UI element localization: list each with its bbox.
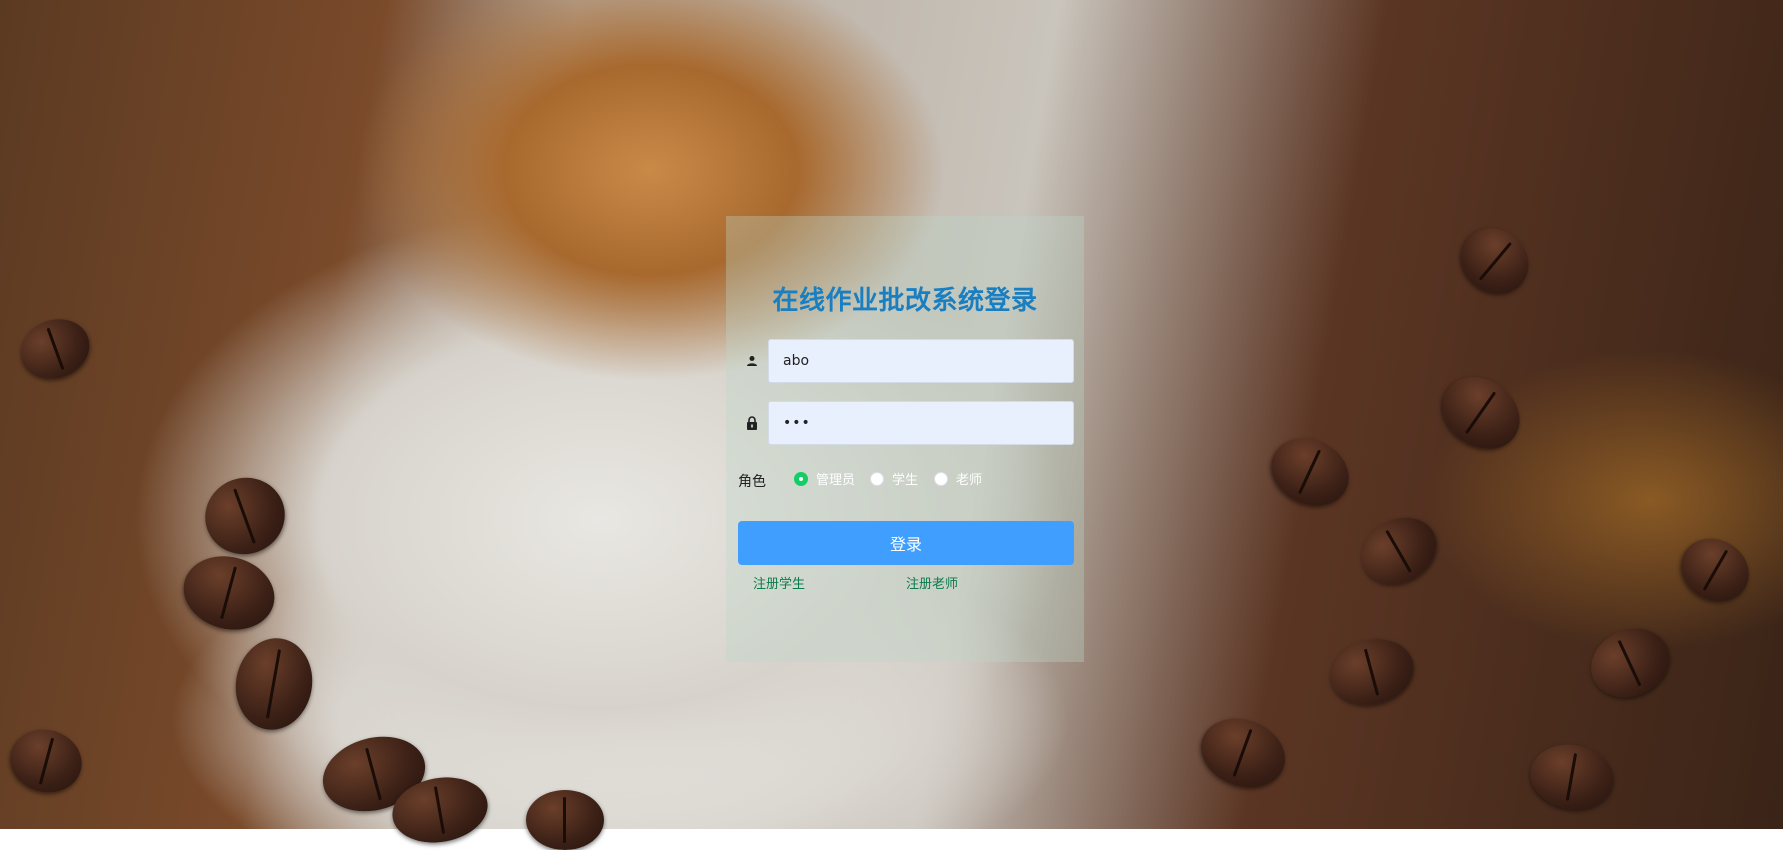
- coffee-bean: [1669, 526, 1761, 614]
- role-label: 角色: [738, 474, 766, 490]
- password-input[interactable]: [768, 401, 1074, 445]
- username-input[interactable]: [768, 339, 1074, 383]
- coffee-bean: [526, 790, 604, 850]
- role-option-label: 管理员: [816, 473, 856, 488]
- lock-icon: [744, 415, 760, 431]
- radio-admin[interactable]: [794, 471, 808, 486]
- coffee-bean: [194, 466, 296, 566]
- coffee-bean: [1428, 362, 1534, 464]
- coffee-bean: [12, 309, 98, 389]
- login-button[interactable]: 登录: [738, 521, 1074, 565]
- role-option-teacher[interactable]: 老师: [934, 469, 982, 488]
- login-title: 在线作业批改系统登录: [772, 286, 1038, 316]
- coffee-bean: [1191, 707, 1295, 799]
- register-student-link[interactable]: 注册学生: [753, 573, 805, 592]
- login-panel: 在线作业批改系统登录 角色 管理员 学生 老师 登录 注册学生 注册老师: [726, 216, 1084, 662]
- role-option-admin[interactable]: 管理员: [794, 469, 855, 488]
- user-icon: [744, 353, 760, 369]
- coffee-bean: [1525, 738, 1619, 816]
- coffee-bean: [3, 721, 89, 801]
- radio-teacher[interactable]: [934, 471, 948, 486]
- coffee-bean: [1448, 214, 1542, 308]
- coffee-bean: [228, 632, 320, 736]
- role-option-student[interactable]: 学生: [870, 469, 918, 488]
- radio-student[interactable]: [870, 471, 884, 486]
- coffee-bean: [1579, 616, 1681, 710]
- coffee-bean: [1260, 426, 1360, 518]
- role-option-label: 老师: [956, 473, 983, 488]
- role-option-label: 学生: [892, 473, 919, 488]
- coffee-bean: [1323, 630, 1421, 714]
- coffee-bean: [1349, 504, 1449, 598]
- register-teacher-link[interactable]: 注册老师: [906, 573, 958, 592]
- coffee-bean: [175, 546, 283, 640]
